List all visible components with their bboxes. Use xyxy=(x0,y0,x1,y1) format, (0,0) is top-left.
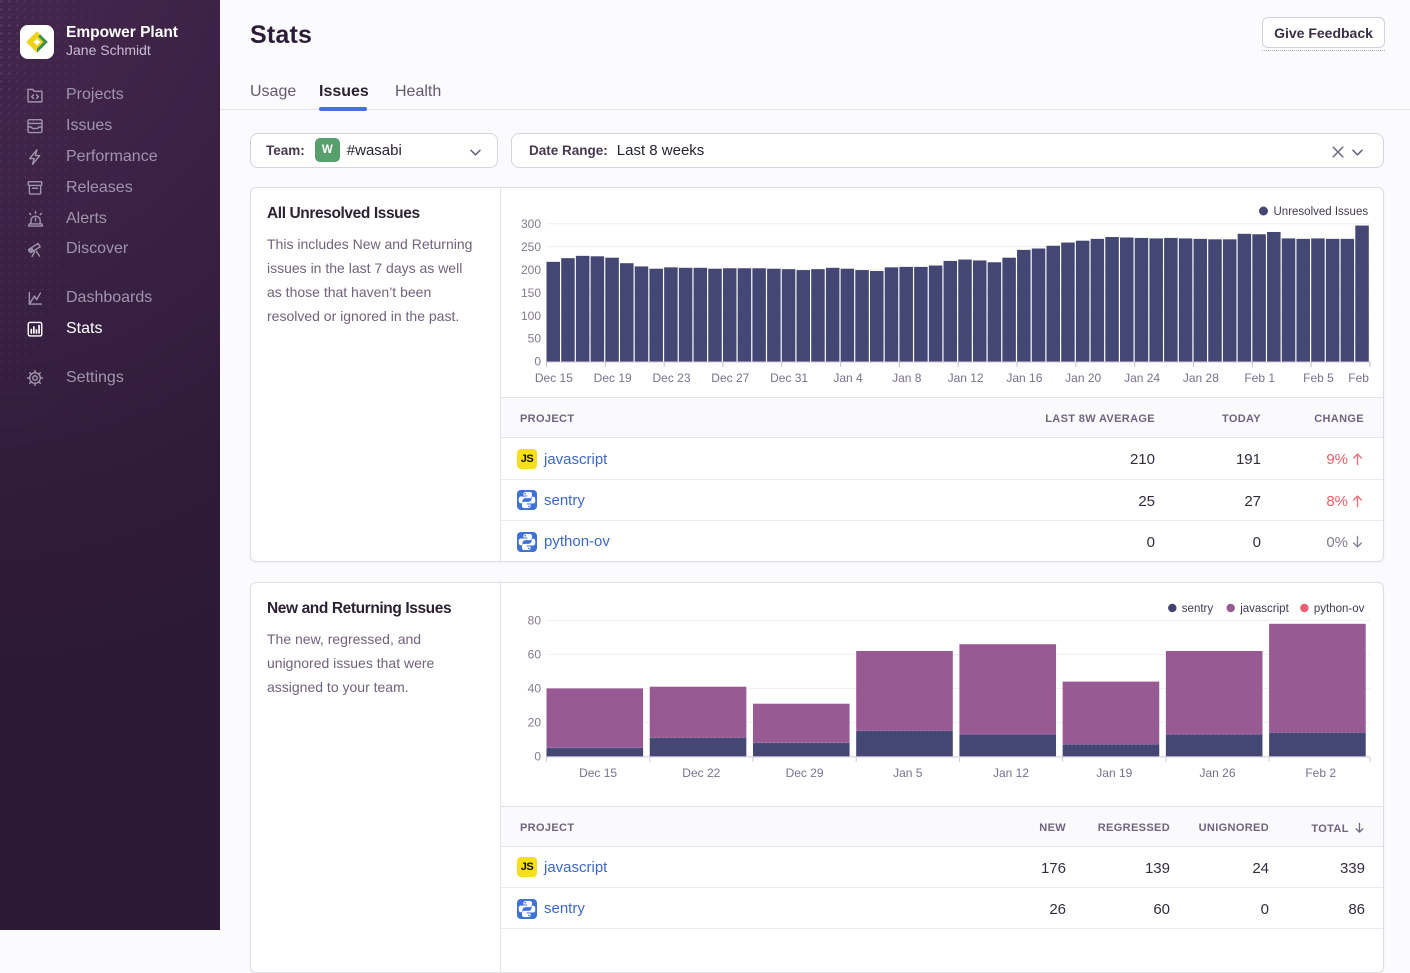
svg-text:Feb 2: Feb 2 xyxy=(1305,766,1336,780)
svg-text:Feb 5: Feb 5 xyxy=(1303,371,1334,385)
svg-text:javascript: javascript xyxy=(1239,603,1289,615)
svg-text:Jan 4: Jan 4 xyxy=(833,371,863,385)
svg-text:Dec 15: Dec 15 xyxy=(535,371,573,385)
svg-text:Jan 16: Jan 16 xyxy=(1006,371,1042,385)
svg-text:Jan 12: Jan 12 xyxy=(993,766,1029,780)
svg-text:80: 80 xyxy=(528,614,542,628)
svg-text:Dec 23: Dec 23 xyxy=(652,371,690,385)
svg-text:Jan 12: Jan 12 xyxy=(948,371,984,385)
svg-text:python-ov: python-ov xyxy=(1314,603,1365,615)
svg-text:300: 300 xyxy=(521,217,541,231)
svg-text:100: 100 xyxy=(521,309,541,323)
svg-text:200: 200 xyxy=(521,263,541,277)
svg-text:Jan 5: Jan 5 xyxy=(893,766,923,780)
svg-text:40: 40 xyxy=(528,682,542,696)
svg-text:Jan 26: Jan 26 xyxy=(1199,766,1235,780)
svg-text:Dec 22: Dec 22 xyxy=(682,766,720,780)
svg-text:Jan 8: Jan 8 xyxy=(892,371,922,385)
svg-text:Jan 19: Jan 19 xyxy=(1096,766,1132,780)
svg-text:0: 0 xyxy=(534,750,541,764)
svg-text:sentry: sentry xyxy=(1182,603,1214,615)
svg-text:Dec 29: Dec 29 xyxy=(786,766,824,780)
svg-text:Dec 27: Dec 27 xyxy=(711,371,749,385)
svg-text:Dec 19: Dec 19 xyxy=(594,371,632,385)
svg-text:Jan 20: Jan 20 xyxy=(1065,371,1101,385)
svg-text:Dec 15: Dec 15 xyxy=(579,766,617,780)
svg-text:Feb: Feb xyxy=(1348,371,1369,385)
svg-text:Jan 24: Jan 24 xyxy=(1124,371,1160,385)
svg-text:60: 60 xyxy=(528,648,542,662)
svg-text:0: 0 xyxy=(534,355,541,369)
svg-text:Jan 28: Jan 28 xyxy=(1183,371,1219,385)
svg-text:Dec 31: Dec 31 xyxy=(770,371,808,385)
svg-text:150: 150 xyxy=(521,286,541,300)
svg-text:Feb 1: Feb 1 xyxy=(1244,371,1275,385)
svg-text:Unresolved Issues: Unresolved Issues xyxy=(1274,206,1369,218)
svg-text:50: 50 xyxy=(528,332,542,346)
svg-text:20: 20 xyxy=(528,716,542,730)
svg-text:250: 250 xyxy=(521,240,541,254)
